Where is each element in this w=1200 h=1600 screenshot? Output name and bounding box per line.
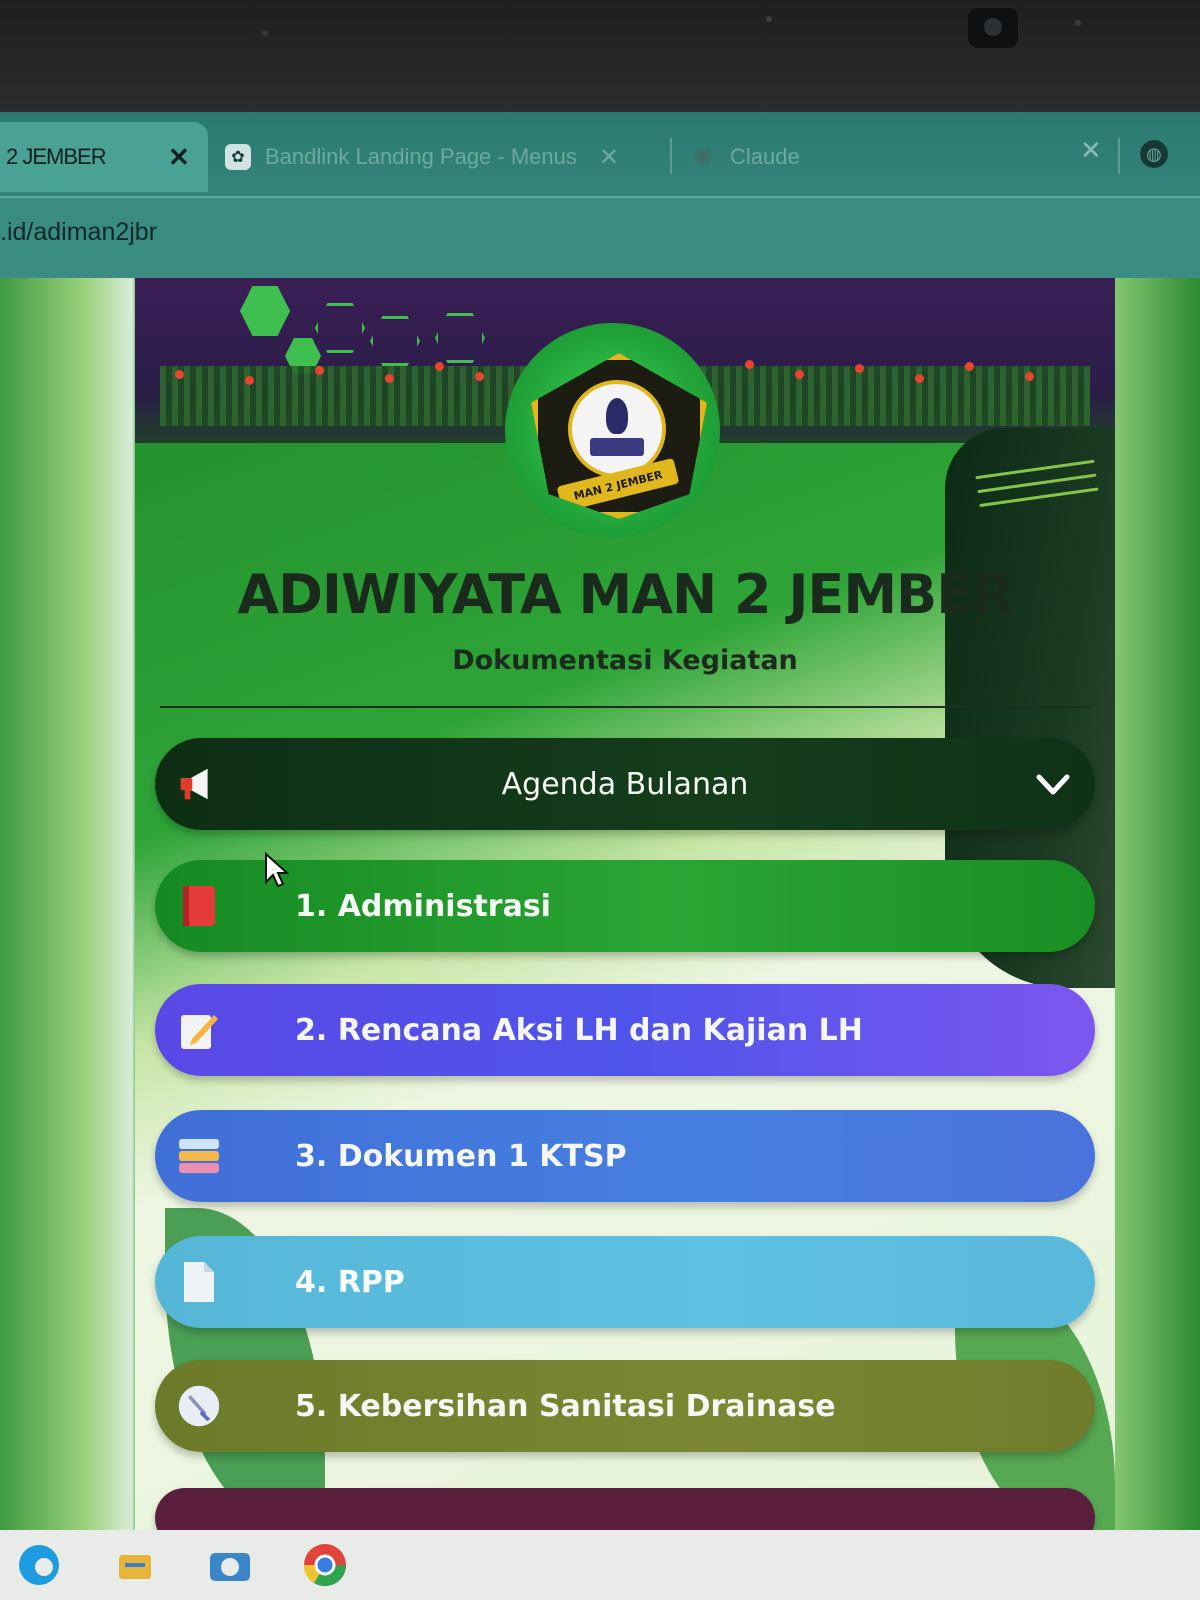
flame-icon	[606, 398, 628, 434]
globe-icon[interactable]: ◍	[1140, 140, 1168, 168]
flower-decoration	[175, 370, 184, 379]
hexagon-decoration	[435, 313, 485, 363]
browser-chrome: 2 JEMBER ✕ ✿ Bandlink Landing Page - Men…	[0, 112, 1200, 278]
menu-item-label: 4. RPP	[295, 1264, 405, 1300]
flower-decoration	[1025, 372, 1034, 381]
tab-separator	[670, 138, 672, 174]
menu-item-rpp[interactable]: 4. RPP	[155, 1236, 1095, 1328]
tab-bandlink[interactable]: ✿ Bandlink Landing Page - Menus ✕	[225, 122, 655, 192]
tab-close-button[interactable]: ✕	[1080, 136, 1102, 166]
landing-panel: MAN 2 JEMBER ADIWIYATA MAN 2 JEMBER Doku…	[135, 278, 1115, 1530]
flower-decoration	[245, 376, 254, 385]
book-icon	[590, 438, 644, 456]
menu-item-label: 3. Dokumen 1 KTSP	[295, 1138, 627, 1174]
tab-active[interactable]: 2 JEMBER ✕	[0, 122, 208, 192]
bezel-dot	[1075, 20, 1081, 26]
page-title: ADIWIYATA MAN 2 JEMBER	[237, 563, 1013, 626]
menu-item-administrasi[interactable]: 1. Administrasi	[155, 860, 1095, 952]
flower-decoration	[915, 374, 924, 383]
menu-item-next[interactable]	[155, 1488, 1095, 1530]
file-explorer-icon[interactable]	[110, 1540, 160, 1590]
school-logo: MAN 2 JEMBER	[505, 323, 720, 538]
menu-item-label: 5. Kebersihan Sanitasi Drainase	[295, 1388, 836, 1424]
edge-icon[interactable]	[14, 1540, 64, 1590]
bezel-dot	[262, 30, 268, 36]
chrome-icon[interactable]	[300, 1540, 350, 1590]
page-icon	[177, 1260, 221, 1304]
taskbar	[0, 1530, 1200, 1600]
webcam	[968, 8, 1018, 48]
flower-decoration	[435, 362, 444, 371]
flower-decoration	[475, 372, 484, 381]
menu-item-kebersihan[interactable]: 5. Kebersihan Sanitasi Drainase	[155, 1360, 1095, 1452]
divider	[160, 706, 1090, 708]
tab-label: 2 JEMBER	[6, 144, 107, 169]
tab-claude[interactable]: ✺ Claude	[690, 122, 1110, 192]
books-stack-icon	[177, 1134, 221, 1178]
tab-close-button[interactable]: ✕	[599, 143, 619, 172]
flower-decoration	[385, 374, 394, 383]
logo-shield: MAN 2 JEMBER	[531, 353, 707, 519]
tab-close-button[interactable]: ✕	[168, 142, 190, 173]
monitor-bezel	[0, 0, 1200, 112]
menu-item-label: 2. Rencana Aksi LH dan Kajian LH	[295, 1012, 863, 1048]
bandlink-icon: ✿	[225, 144, 251, 170]
address-bar[interactable]: .id/adiman2jbr	[0, 196, 1200, 276]
hexagon-decoration	[240, 286, 290, 336]
menu-item-label: 1. Administrasi	[295, 888, 551, 924]
flower-decoration	[795, 370, 804, 379]
hexagon-decoration	[370, 316, 420, 366]
agenda-dropdown-button[interactable]: Agenda Bulanan	[155, 738, 1095, 830]
memo-icon	[177, 1008, 221, 1052]
tab-label: Claude	[730, 144, 800, 169]
flower-decoration	[315, 366, 324, 375]
agenda-label: Agenda Bulanan	[501, 766, 749, 802]
broom-icon	[177, 1384, 221, 1428]
tab-label: Bandlink Landing Page - Menus	[265, 144, 577, 169]
bezel-dot	[766, 16, 772, 22]
book-icon	[177, 884, 221, 928]
megaphone-icon	[177, 762, 221, 806]
menu-item-rencana-aksi[interactable]: 2. Rencana Aksi LH dan Kajian LH	[155, 984, 1095, 1076]
flower-decoration	[965, 362, 974, 371]
camera-icon[interactable]	[205, 1540, 255, 1590]
tab-strip: 2 JEMBER ✕ ✿ Bandlink Landing Page - Men…	[0, 112, 1200, 192]
menu-item-dokumen-ktsp[interactable]: 3. Dokumen 1 KTSP	[155, 1110, 1095, 1202]
claude-icon: ✺	[692, 141, 714, 172]
hexagon-decoration	[315, 303, 365, 353]
tab-separator	[1118, 138, 1120, 174]
flower-decoration	[745, 360, 754, 369]
page-subtitle: Dokumentasi Kegiatan	[452, 645, 798, 676]
url-text[interactable]: .id/adiman2jbr	[0, 218, 157, 247]
chevron-down-icon[interactable]	[1035, 766, 1071, 802]
flower-decoration	[855, 364, 864, 373]
